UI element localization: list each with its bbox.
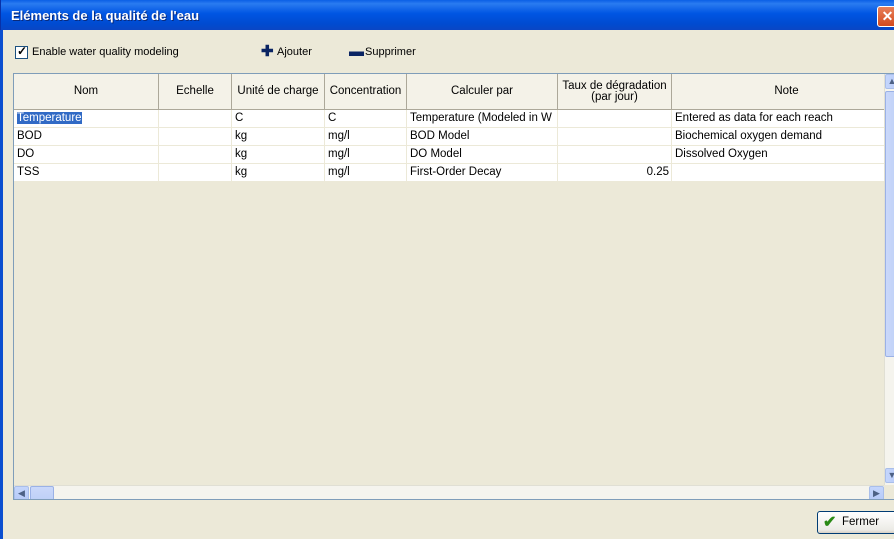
- cell-note[interactable]: [672, 164, 884, 182]
- cell-calculer-par[interactable]: First-Order Decay: [407, 164, 558, 182]
- cell-value: kg: [235, 166, 248, 178]
- cell-unite-de-charge[interactable]: kg: [232, 128, 325, 146]
- cell-value: BOD: [17, 130, 42, 142]
- cell-value: Temperature (Modeled in W: [410, 112, 552, 124]
- column-header-label: Calculer par: [451, 85, 513, 97]
- vertical-scroll-thumb[interactable]: [885, 91, 894, 357]
- cell-nom[interactable]: Temperature: [14, 110, 159, 128]
- cell-value: kg: [235, 148, 248, 160]
- remove-button[interactable]: ▬Supprimer: [349, 43, 416, 60]
- cell-note[interactable]: Entered as data for each reach: [672, 110, 884, 128]
- cell-note[interactable]: Biochemical oxygen demand: [672, 128, 884, 146]
- remove-button-label: Supprimer: [365, 46, 416, 58]
- horizontal-scroll-thumb[interactable]: [30, 486, 54, 499]
- cell-echelle[interactable]: [159, 164, 232, 182]
- cell-unite-de-charge[interactable]: C: [232, 110, 325, 128]
- cell-calculer-par[interactable]: BOD Model: [407, 128, 558, 146]
- window-title: Eléments de la qualité de l'eau: [11, 8, 200, 23]
- cell-value: Entered as data for each reach: [675, 112, 833, 124]
- cell-value: C: [328, 112, 337, 124]
- cell-echelle[interactable]: [159, 146, 232, 164]
- title-bar: Eléments de la qualité de l'eau ✕: [0, 0, 894, 30]
- add-button[interactable]: ✚ Ajouter: [261, 43, 312, 60]
- cell-calculer-par[interactable]: DO Model: [407, 146, 558, 164]
- cell-calculer-par[interactable]: Temperature (Modeled in W: [407, 110, 558, 128]
- scroll-left-icon[interactable]: ◀: [14, 486, 29, 499]
- cell-value: DO: [17, 148, 35, 160]
- cell-note[interactable]: Dissolved Oxygen: [672, 146, 884, 164]
- close-button[interactable]: ✔ Fermer: [817, 511, 894, 534]
- cell-nom[interactable]: TSS: [14, 164, 159, 182]
- cell-echelle[interactable]: [159, 110, 232, 128]
- column-header-note[interactable]: Note: [672, 74, 884, 110]
- cell-taux-de-degradation[interactable]: 0.25: [558, 164, 672, 182]
- cell-value: TSS: [17, 166, 40, 178]
- cell-value: First-Order Decay: [410, 166, 502, 178]
- horizontal-scrollbar[interactable]: ◀ ▶: [14, 485, 884, 499]
- cell-value: 0.25: [646, 166, 669, 178]
- cell-echelle[interactable]: [159, 128, 232, 146]
- column-header-label: Unité de charge: [237, 85, 319, 97]
- column-header-label: Note: [774, 85, 799, 97]
- close-button-label: Fermer: [842, 516, 880, 528]
- checkmark-icon: ✔: [823, 514, 837, 531]
- toolbar: ✓ Enable water quality modeling ✚ Ajouter…: [15, 44, 615, 62]
- grid-viewport: Nom Echelle Unité de charge Concentration Ca…: [14, 74, 884, 484]
- column-header-unite-de-charge[interactable]: Unité de charge: [232, 74, 325, 110]
- dialog-body: ✓ Enable water quality modeling ✚ Ajouter…: [0, 30, 894, 539]
- cell-value: mg/l: [328, 166, 350, 178]
- column-header-calculer-par[interactable]: Calculer par: [407, 74, 558, 110]
- cell-value: Dissolved Oxygen: [675, 148, 768, 160]
- enable-water-quality-label[interactable]: Enable water quality modeling: [32, 46, 179, 58]
- column-header-label: Concentration: [329, 85, 402, 97]
- checkmark-icon: ✓: [17, 44, 28, 58]
- column-header-nom[interactable]: Nom: [14, 74, 159, 110]
- table-row[interactable]: DO kg mg/l DO Model Dissolved Oxygen: [14, 146, 884, 164]
- scroll-up-icon[interactable]: ▲: [885, 74, 894, 89]
- vertical-scrollbar[interactable]: ▲ ▼: [884, 74, 894, 485]
- cell-nom[interactable]: DO: [14, 146, 159, 164]
- cell-value: mg/l: [328, 148, 350, 160]
- cell-concentration[interactable]: mg/l: [325, 164, 407, 182]
- cell-concentration[interactable]: C: [325, 110, 407, 128]
- column-header-taux-de-degradation[interactable]: Taux de dégradation (par jour): [558, 74, 672, 110]
- cell-value: kg: [235, 130, 248, 142]
- cell-value: Temperature: [17, 112, 82, 124]
- cell-taux-de-degradation[interactable]: [558, 110, 672, 128]
- table-row[interactable]: BOD kg mg/l BOD Model Biochemical oxygen dem…: [14, 128, 884, 146]
- cell-concentration[interactable]: mg/l: [325, 128, 407, 146]
- cell-value: BOD Model: [410, 130, 470, 142]
- water-quality-grid[interactable]: Nom Echelle Unité de charge Concentration Ca…: [13, 73, 894, 500]
- add-button-label: Ajouter: [277, 46, 312, 58]
- cell-nom[interactable]: BOD: [14, 128, 159, 146]
- column-header-echelle[interactable]: Echelle: [159, 74, 232, 110]
- scroll-right-icon[interactable]: ▶: [869, 486, 884, 499]
- cell-taux-de-degradation[interactable]: [558, 128, 672, 146]
- cell-unite-de-charge[interactable]: kg: [232, 164, 325, 182]
- column-header-label: Echelle: [176, 85, 214, 97]
- cell-value: Biochemical oxygen demand: [675, 130, 823, 142]
- plus-icon: ✚: [261, 43, 274, 60]
- scrollbar-corner: [884, 485, 894, 499]
- scroll-down-icon[interactable]: ▼: [885, 468, 894, 483]
- table-row[interactable]: TSS kg mg/l First-Order Decay 0.25: [14, 164, 884, 182]
- cell-value: DO Model: [410, 148, 462, 160]
- cell-concentration[interactable]: mg/l: [325, 146, 407, 164]
- column-header-label: Taux de dégradation (par jour): [562, 79, 667, 103]
- window-close-icon[interactable]: ✕: [877, 6, 894, 27]
- cell-value: C: [235, 112, 244, 124]
- cell-taux-de-degradation[interactable]: [558, 146, 672, 164]
- cell-value: mg/l: [328, 130, 350, 142]
- column-header-concentration[interactable]: Concentration: [325, 74, 407, 110]
- enable-water-quality-checkbox[interactable]: ✓: [15, 44, 28, 59]
- column-header-label: Nom: [73, 85, 99, 97]
- table-row[interactable]: Temperature C C Temperature (Modeled in W En…: [14, 110, 884, 128]
- cell-unite-de-charge[interactable]: kg: [232, 146, 325, 164]
- minus-icon: ▬: [349, 43, 364, 60]
- grid-header: Nom Echelle Unité de charge Concentration Ca…: [14, 74, 884, 110]
